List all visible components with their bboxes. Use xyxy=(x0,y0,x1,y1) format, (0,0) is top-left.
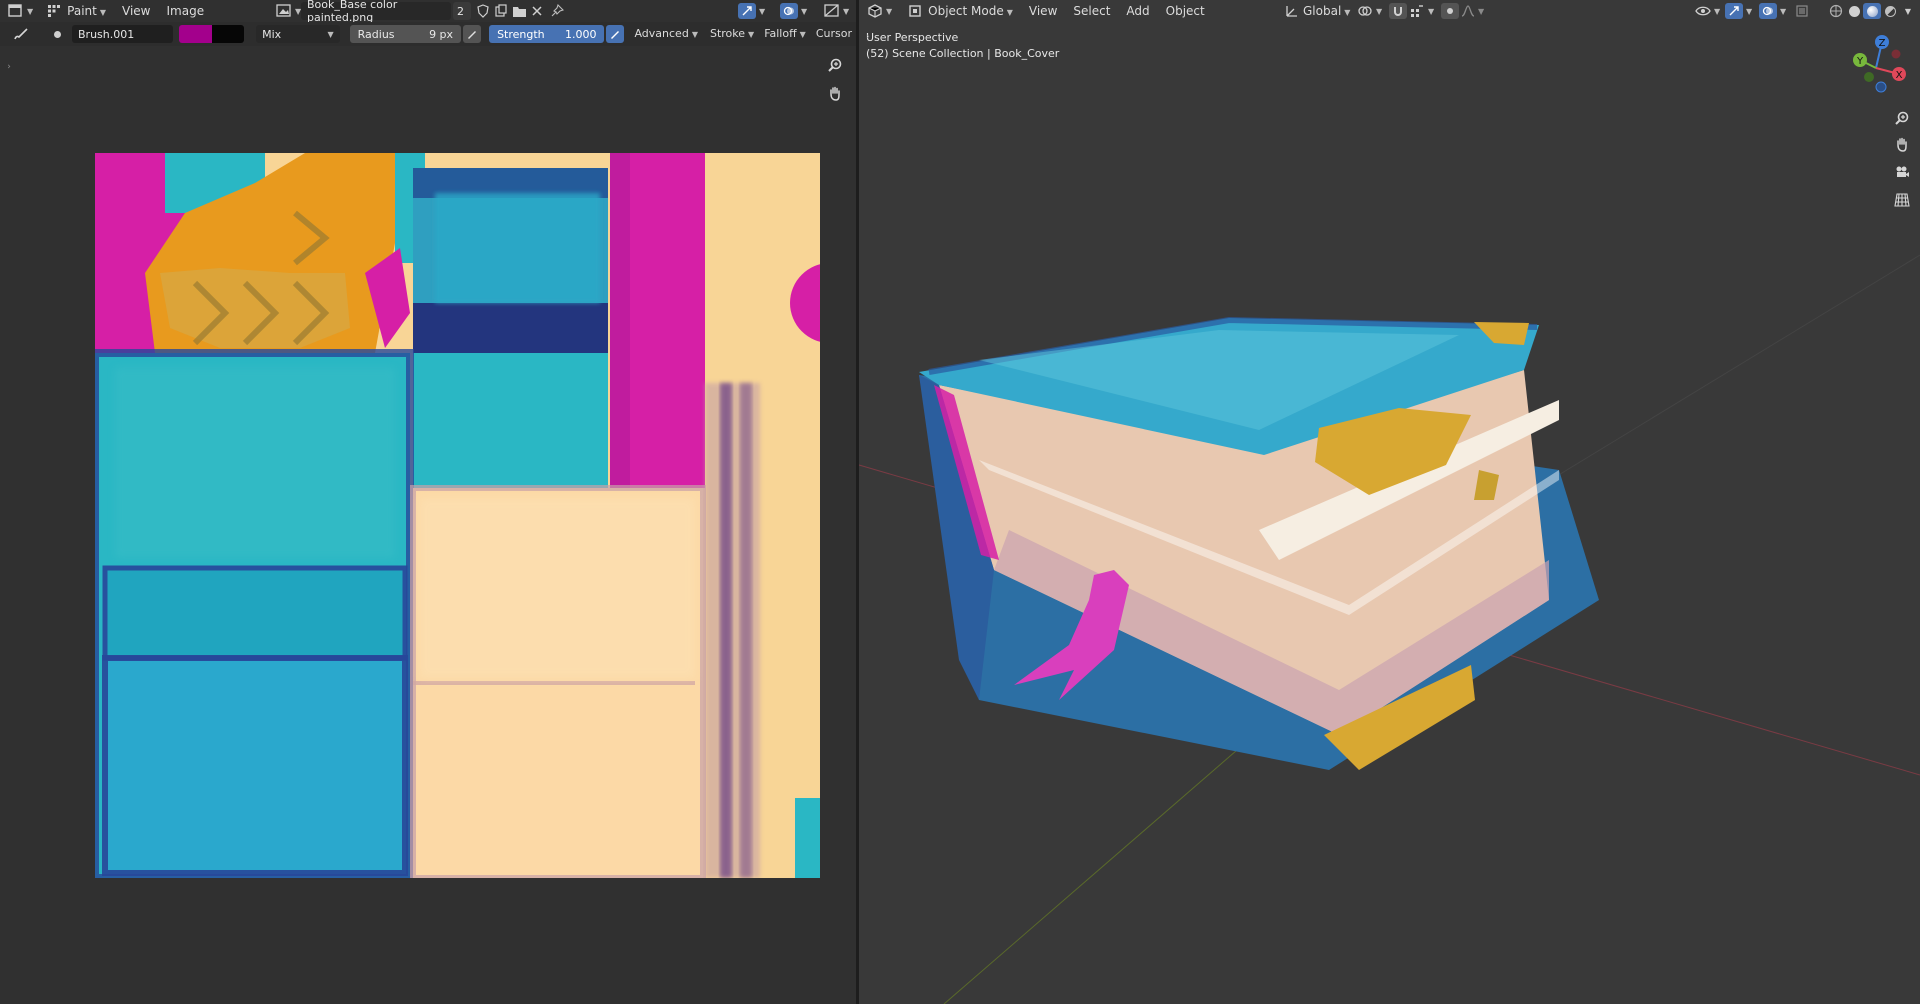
radius-value: 9 px xyxy=(429,27,454,41)
editor-type-icon[interactable]: ▼ xyxy=(8,2,33,20)
brush-name-field[interactable]: Brush.001 xyxy=(72,25,174,43)
unlink-image-close-icon[interactable] xyxy=(528,2,546,20)
viewport-sidebar-expand-arrow-icon[interactable]: ‹ xyxy=(1913,56,1920,74)
stroke-dropdown[interactable]: Stroke ▼ xyxy=(706,23,758,45)
advanced-label: Advanced xyxy=(634,27,689,40)
paint-mode-dropdown[interactable]: Paint ▼ xyxy=(63,0,114,22)
pin-icon[interactable] xyxy=(548,2,566,20)
object-mode-icon xyxy=(906,2,924,20)
strength-pressure-icon[interactable] xyxy=(606,25,625,43)
rendered-shading-icon[interactable] xyxy=(1881,2,1899,20)
menu-image[interactable]: Image xyxy=(159,0,213,22)
zoom-icon[interactable] xyxy=(824,54,846,76)
gizmo-y-label: Y xyxy=(1856,56,1864,67)
solid-shading-icon[interactable] xyxy=(1845,2,1863,20)
viewport-perspective-label: User Perspective xyxy=(866,31,959,44)
image-users-count[interactable]: 2 xyxy=(453,2,471,20)
blend-mode-value: Mix xyxy=(262,27,282,41)
viewport-zoom-icon[interactable] xyxy=(1891,107,1913,129)
viewport-toolbar-expand-arrow-icon[interactable]: › xyxy=(859,28,877,46)
viewport-menu-object[interactable]: Object xyxy=(1158,0,1213,22)
image-editor-header: ▼ Paint ▼ View Image ▼ Book_Base color pa… xyxy=(0,0,856,24)
open-image-folder-icon[interactable] xyxy=(510,2,528,20)
gizmo-toggle-icon[interactable]: ▼ xyxy=(738,2,765,20)
image-editor-area: ▼ Paint ▼ View Image ▼ Book_Base color pa… xyxy=(0,0,856,1004)
book-model xyxy=(919,316,1599,770)
radius-label: Radius xyxy=(357,27,395,41)
shading-options-dropdown-icon[interactable]: ▼ xyxy=(1899,2,1917,20)
strength-value: 1.000 xyxy=(564,27,597,41)
menu-view[interactable]: View xyxy=(114,0,158,22)
xray-toggle-icon[interactable] xyxy=(1793,2,1811,20)
transform-orientation-dropdown[interactable]: Global ▼ xyxy=(1299,0,1354,22)
viewport-collection-label: (52) Scene Collection | Book_Cover xyxy=(866,47,1060,60)
proportional-edit-icon[interactable] xyxy=(1441,2,1459,20)
viewport-menu-add[interactable]: Add xyxy=(1118,0,1157,22)
falloff-dropdown[interactable]: Falloff ▼ xyxy=(758,23,812,45)
falloff-curve-icon[interactable]: ▼ xyxy=(1461,2,1484,20)
brush-tool-icon[interactable] xyxy=(12,25,30,43)
cursor-label: Cursor xyxy=(815,27,852,40)
viewport-scene xyxy=(859,254,1920,1004)
falloff-label: Falloff xyxy=(764,27,797,40)
fake-user-shield-icon[interactable] xyxy=(474,2,492,20)
viewport-header: ▼ Object Mode ▼ View Select Add Object Gl… xyxy=(859,0,1920,22)
viewport-overlay-toggle-icon[interactable]: ▼ xyxy=(1759,2,1786,20)
image-name-field[interactable]: Book_Base color painted.png xyxy=(301,0,451,24)
material-preview-shading-icon[interactable] xyxy=(1863,2,1881,20)
object-mode-label: Object Mode xyxy=(928,4,1004,18)
tool-settings-bar: Brush.001 Mix ▼ Radius 9 px Strength 1.00… xyxy=(0,22,856,46)
strength-slider[interactable]: Strength 1.000 xyxy=(489,25,605,43)
paint-mode-icon xyxy=(45,2,63,20)
advanced-dropdown[interactable]: Advanced ▼ xyxy=(626,23,706,45)
wireframe-shading-icon[interactable] xyxy=(1827,2,1845,20)
pivot-point-icon[interactable]: ▼ xyxy=(1357,2,1382,20)
transform-orientation-label: Global xyxy=(1303,4,1342,18)
viewport-gizmo-toggle-icon[interactable]: ▼ xyxy=(1725,2,1752,20)
primary-color-swatch[interactable] xyxy=(179,25,213,43)
snap-target-icon[interactable]: ▼ xyxy=(1409,2,1434,20)
viewport-menu-view[interactable]: View xyxy=(1021,0,1065,22)
paint-mode-label: Paint xyxy=(67,4,97,18)
display-channels-icon[interactable]: ▼ xyxy=(824,2,849,20)
new-image-icon[interactable] xyxy=(492,2,510,20)
gizmo-z-label: Z xyxy=(1879,38,1886,49)
object-mode-dropdown[interactable]: Object Mode ▼ xyxy=(924,0,1021,22)
cursor-dropdown[interactable]: Cursor xyxy=(812,23,856,45)
visibility-eye-icon[interactable]: ▼ xyxy=(1695,2,1720,20)
perspective-ortho-grid-icon[interactable] xyxy=(1891,189,1913,211)
painted-texture-image[interactable] xyxy=(95,153,820,878)
viewport-menu-select[interactable]: Select xyxy=(1065,0,1118,22)
overlay-toggle-icon[interactable]: ▼ xyxy=(780,2,807,20)
image-browse-icon[interactable]: ▼ xyxy=(276,2,301,20)
brush-preview-icon[interactable] xyxy=(48,25,66,43)
strength-label: Strength xyxy=(497,27,545,41)
viewport-pan-hand-icon[interactable] xyxy=(1891,133,1913,155)
gizmo-x-label: X xyxy=(1896,70,1903,81)
snap-magnet-icon[interactable] xyxy=(1389,2,1407,20)
3d-viewport-area[interactable]: ▼ Object Mode ▼ View Select Add Object Gl… xyxy=(859,0,1920,1004)
secondary-color-swatch[interactable] xyxy=(212,25,245,43)
navigation-gizmo[interactable]: Z X Y xyxy=(1841,30,1911,102)
pan-hand-icon[interactable] xyxy=(824,82,846,104)
editor-type-3d-icon[interactable]: ▼ xyxy=(867,2,892,20)
toolbar-expand-arrow-icon[interactable]: › xyxy=(0,58,18,76)
radius-pressure-icon[interactable] xyxy=(463,25,482,43)
blend-mode-select[interactable]: Mix ▼ xyxy=(256,25,340,43)
camera-view-icon[interactable] xyxy=(1891,161,1913,183)
stroke-label: Stroke xyxy=(709,27,746,40)
image-name: Book_Base color painted.png xyxy=(307,0,398,24)
radius-slider[interactable]: Radius 9 px xyxy=(349,25,462,43)
